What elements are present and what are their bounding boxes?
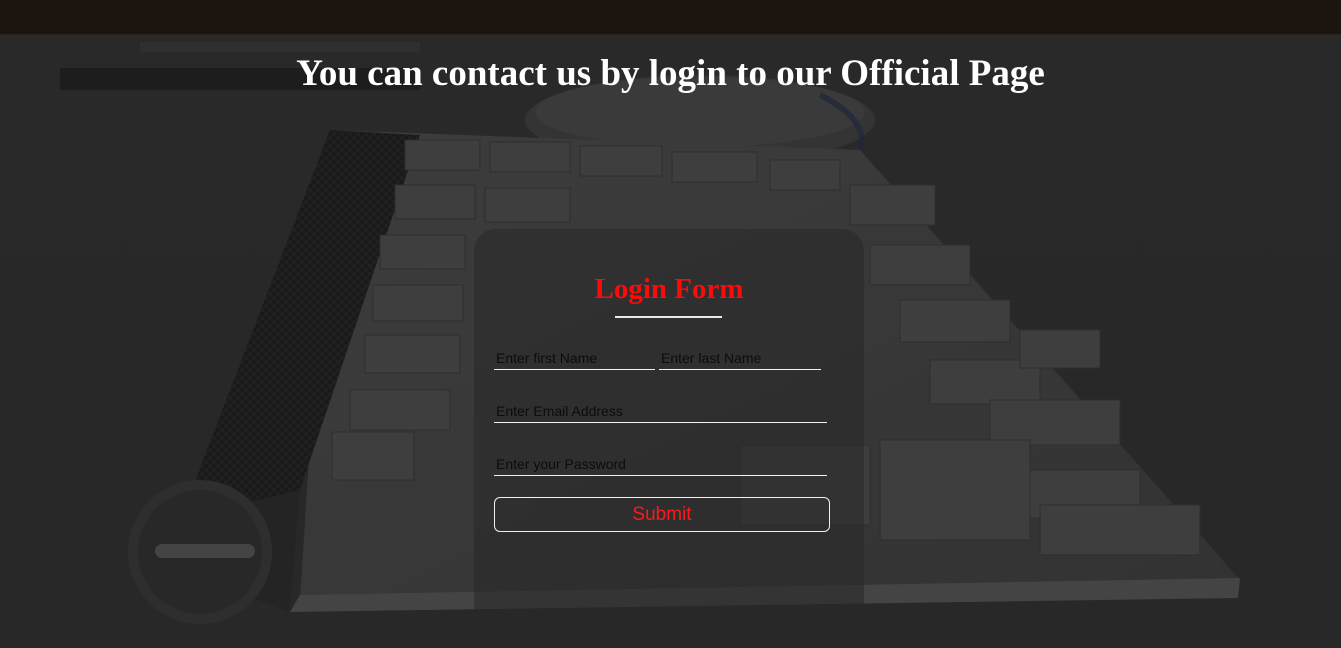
first-name-input[interactable] <box>494 346 655 370</box>
last-name-input[interactable] <box>659 346 821 370</box>
contact-page: You can contact us by login to our Offic… <box>0 0 1341 648</box>
login-form-title: Login Form <box>594 273 744 305</box>
page-heading: You can contact us by login to our Offic… <box>296 53 1045 94</box>
title-underline-divider <box>615 316 722 318</box>
submit-button[interactable]: Submit <box>494 497 830 532</box>
email-input[interactable] <box>494 399 827 423</box>
password-input[interactable] <box>494 452 827 476</box>
